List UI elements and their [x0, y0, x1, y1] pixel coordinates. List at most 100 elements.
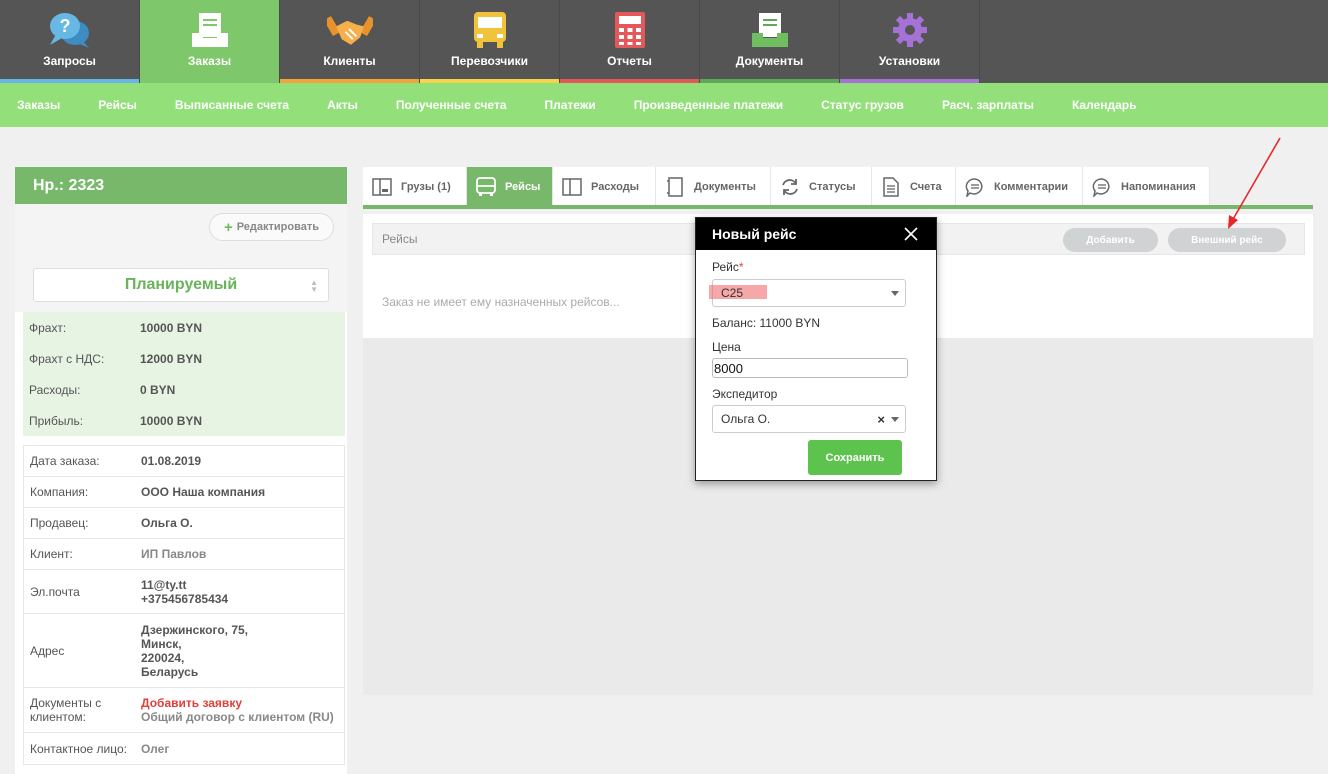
- docs-label-line: клиентом:: [30, 710, 87, 724]
- info-value: 11@ty.tt +375456785434: [141, 578, 228, 606]
- top-tab-label: Запросы: [43, 54, 96, 68]
- top-tab-clients[interactable]: Клиенты: [280, 0, 420, 83]
- top-tab-documents[interactable]: Документы: [700, 0, 840, 83]
- info-row-company: Компания: ООО Наша компания: [24, 477, 344, 508]
- phone-value: +375456785434: [141, 591, 229, 606]
- address-line: Минск,: [141, 636, 182, 651]
- tab-label: Расходы: [591, 181, 640, 193]
- tab-label: Напоминания: [1121, 181, 1196, 193]
- tab-expenses[interactable]: Расходы: [553, 167, 656, 207]
- top-tab-settings[interactable]: Установки: [840, 0, 980, 83]
- required-mark: *: [738, 260, 744, 274]
- calculator-icon: [607, 10, 653, 50]
- forwarder-select[interactable]: Ольга О. ×: [712, 405, 906, 433]
- info-value: ООО Наша компания: [141, 485, 266, 499]
- info-label: Адрес: [30, 643, 65, 658]
- address-line: Беларусь: [141, 664, 199, 679]
- status-area: Планируемый ▲ ▼: [15, 251, 347, 312]
- gear-icon: [887, 10, 933, 50]
- finance-row: Фрахт: 10000 BYN: [23, 312, 345, 343]
- empty-trips-message: Заказ не имеет ему назначенных рейсов...: [382, 295, 620, 309]
- info-row-seller: Продавец: Ольга О.: [24, 508, 344, 539]
- clear-icon[interactable]: ×: [877, 412, 885, 427]
- status-value: Планируемый: [124, 276, 238, 293]
- finance-label: Фрахт с НДС:: [29, 351, 105, 366]
- info-value: 01.08.2019: [141, 454, 202, 468]
- close-icon[interactable]: [904, 227, 918, 241]
- client-link[interactable]: ИП Павлов: [141, 547, 206, 561]
- finance-row: Прибыль: 10000 BYN: [23, 405, 345, 436]
- subnav-trips[interactable]: Рейсы: [79, 98, 156, 112]
- info-value: Олег: [141, 741, 170, 756]
- info-row-email: Эл.почта 11@ty.tt +375456785434: [24, 570, 344, 614]
- sub-nav: Заказы Рейсы Выписанные счета Акты Получ…: [0, 83, 1328, 127]
- tab-documents[interactable]: Документы: [656, 167, 771, 207]
- finance-block: Фрахт: 10000 BYN Фрахт с НДС: 12000 BYN …: [23, 312, 345, 436]
- tab-statuses[interactable]: Статусы: [771, 167, 872, 207]
- address-line: 220024,: [141, 650, 185, 665]
- finance-value: 10000 BYN: [140, 320, 203, 335]
- tab-comments[interactable]: Комментарии: [956, 167, 1083, 207]
- info-row-documents: Документы с клиентом: Добавить заявку Об…: [24, 688, 344, 733]
- subnav-cargo-status[interactable]: Статус грузов: [802, 98, 923, 112]
- top-tab-requests[interactable]: ? Запросы: [0, 0, 140, 83]
- subnav-made-payments[interactable]: Произведенные платежи: [615, 98, 802, 112]
- subnav-issued-invoices[interactable]: Выписанные счета: [156, 98, 308, 112]
- sort-arrows-icon: ▲ ▼: [310, 278, 318, 294]
- top-tab-label: Отчеты: [607, 54, 652, 68]
- info-row-date: Дата заказа: 01.08.2019: [24, 446, 344, 477]
- trip-select[interactable]: C25: [709, 279, 906, 307]
- top-tab-label: Заказы: [187, 54, 232, 68]
- info-label: Продавец:: [30, 516, 89, 530]
- top-tab-carriers[interactable]: Перевозчики: [420, 0, 560, 83]
- subnav-calendar[interactable]: Календарь: [1053, 98, 1156, 112]
- modal-title: Новый рейс: [712, 226, 797, 242]
- info-label: Компания:: [30, 485, 89, 499]
- add-application-link[interactable]: Добавить заявку: [141, 696, 334, 710]
- info-label: Контактное лицо:: [30, 741, 127, 756]
- modal-header: Новый рейс: [696, 218, 936, 250]
- order-info: Дата заказа: 01.08.2019 Компания: ООО На…: [23, 445, 345, 765]
- add-trip-button[interactable]: Добавить: [1063, 228, 1158, 252]
- info-label: Эл.почта: [30, 584, 80, 599]
- top-tab-label: Перевозчики: [451, 54, 528, 68]
- tab-invoices[interactable]: Счета: [872, 167, 956, 207]
- tab-label: Рейсы: [505, 181, 541, 193]
- tab-label: Комментарии: [994, 181, 1069, 193]
- tab-label: Грузы (1): [401, 181, 451, 193]
- info-label: Документы с клиентом:: [24, 696, 141, 724]
- contract-link[interactable]: Общий договор с клиентом (RU): [141, 710, 334, 724]
- edit-area: + Редактировать: [15, 204, 347, 251]
- detail-tabs: Грузы (1) Рейсы Расходы Документы Статус…: [363, 167, 1210, 207]
- tab-label: Счета: [910, 181, 942, 193]
- balance-text: Баланс: 11000 BYN: [712, 316, 821, 330]
- info-row-contact: Контактное лицо: Олег: [24, 733, 344, 764]
- subnav-acts[interactable]: Акты: [308, 98, 377, 112]
- handshake-icon: [326, 10, 373, 50]
- top-tab-reports[interactable]: Отчеты: [560, 0, 700, 83]
- status-select[interactable]: Планируемый ▲ ▼: [33, 268, 329, 302]
- subnav-orders[interactable]: Заказы: [0, 98, 79, 112]
- tab-reminders[interactable]: Напоминания: [1083, 167, 1210, 207]
- subnav-received-invoices[interactable]: Полученные счета: [377, 98, 526, 112]
- address-line: Дзержинского, 75,: [141, 622, 249, 637]
- finance-row: Фрахт с НДС: 12000 BYN: [23, 343, 345, 374]
- reminder-icon: [1091, 176, 1113, 198]
- tab-cargo[interactable]: Грузы (1): [363, 167, 467, 207]
- top-tab-orders[interactable]: Заказы: [140, 0, 280, 83]
- comment-icon: [964, 176, 986, 198]
- finance-row: Расходы: 0 BYN: [23, 374, 345, 405]
- edit-button[interactable]: + Редактировать: [208, 213, 334, 241]
- tab-trips[interactable]: Рейсы: [467, 167, 553, 207]
- tab-label: Статусы: [809, 181, 856, 193]
- finance-label: Фрахт:: [29, 320, 67, 335]
- svg-text:?: ?: [59, 16, 70, 36]
- save-button[interactable]: Сохранить: [808, 440, 902, 475]
- subnav-payments[interactable]: Платежи: [526, 98, 615, 112]
- order-panel: Нр.: 2323 + Редактировать Планируемый ▲ ▼…: [15, 167, 347, 774]
- cargo-icon: [371, 176, 393, 198]
- tray-icon: [187, 10, 233, 50]
- price-input[interactable]: 8000: [712, 358, 908, 378]
- subnav-payroll[interactable]: Расч. зарплаты: [923, 98, 1053, 112]
- trips-title: Рейсы: [382, 232, 418, 246]
